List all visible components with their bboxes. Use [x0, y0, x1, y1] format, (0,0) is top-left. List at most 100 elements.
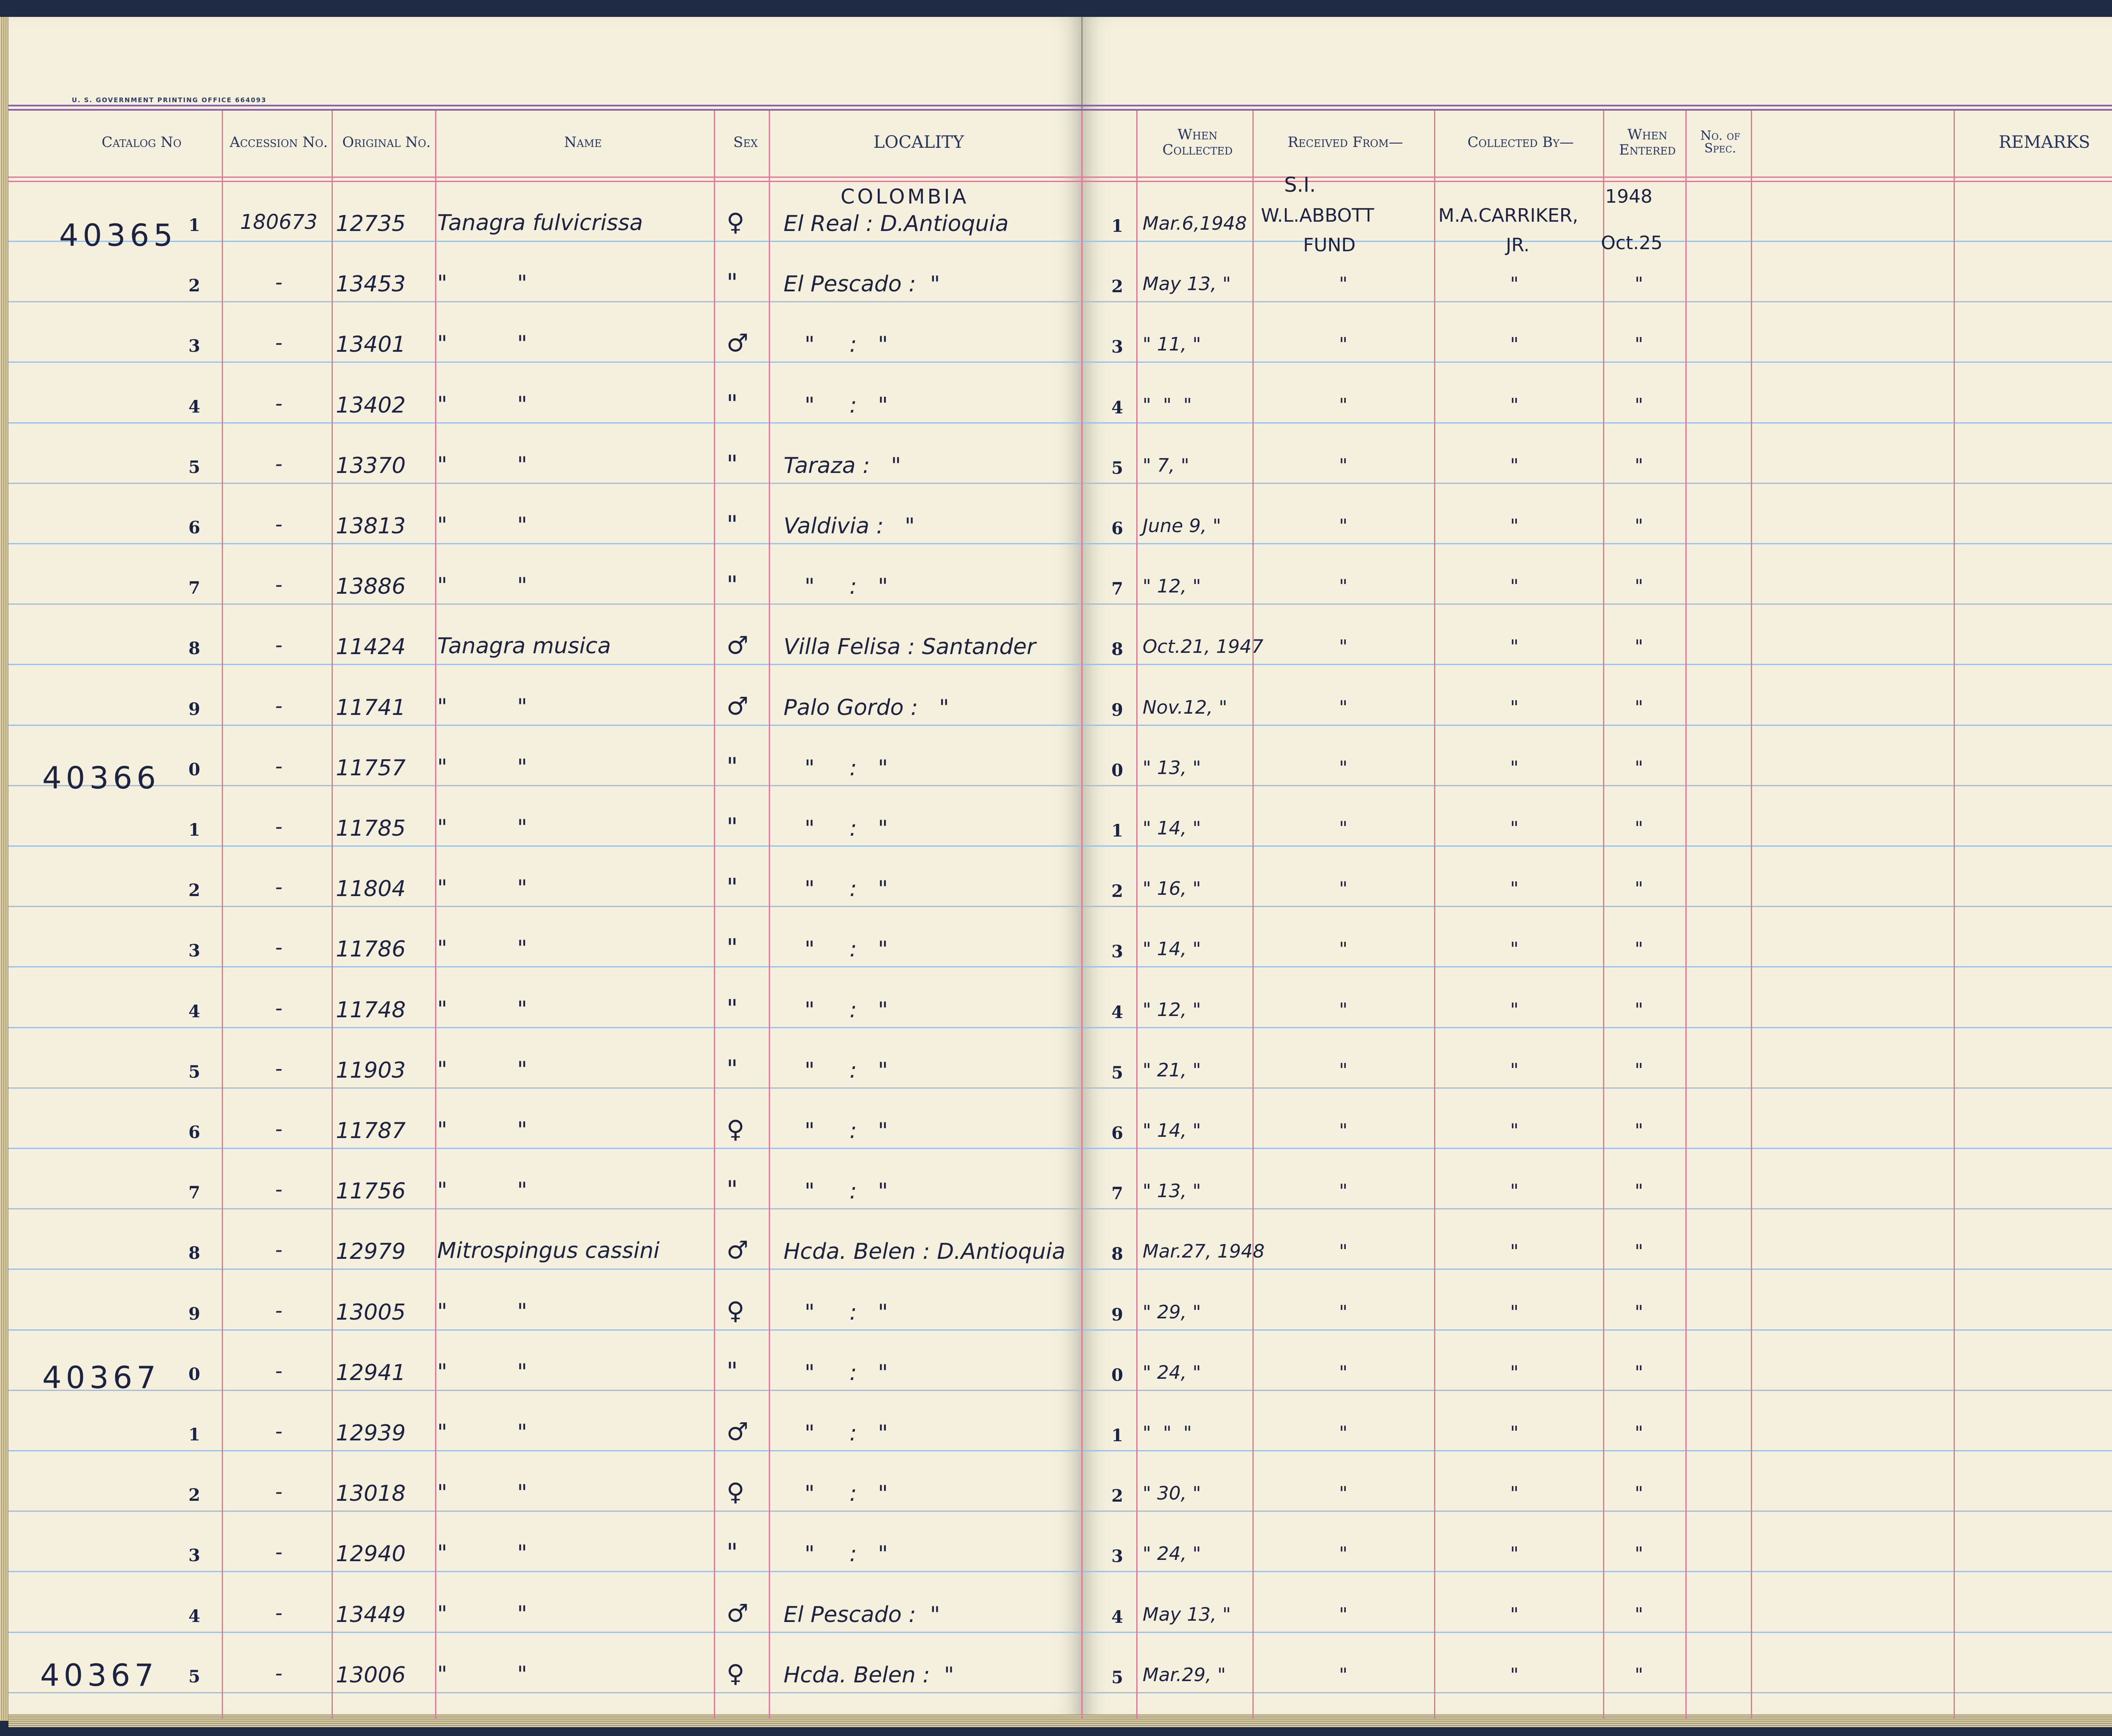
- row-rule: [8, 1208, 2112, 1209]
- line-number: 8: [188, 638, 200, 658]
- right-line-number: 5: [1111, 1063, 1123, 1083]
- accession-number: -: [275, 1480, 283, 1504]
- when-entered-year: 1948: [1605, 186, 1652, 207]
- species-name: " ": [437, 271, 528, 296]
- accession-number: -: [275, 271, 283, 294]
- collected-by-ditto: ": [1510, 1604, 1519, 1625]
- sex-symbol: ♂: [727, 1599, 748, 1627]
- accession-number: -: [275, 513, 283, 536]
- sex-symbol: ": [727, 450, 738, 478]
- date-collected: " 11, ": [1143, 334, 1201, 355]
- column-rule: [769, 111, 770, 1720]
- date-collected: May 13, ": [1143, 273, 1231, 295]
- received-from-ditto: ": [1339, 1301, 1348, 1323]
- row-rule: [8, 301, 2112, 302]
- sex-symbol: ": [727, 571, 738, 599]
- collected-by-ditto: ": [1510, 1422, 1519, 1444]
- sex-symbol: ": [727, 389, 738, 418]
- received-from-ditto: ": [1339, 1362, 1348, 1383]
- collected-by-ditto: ": [1510, 576, 1519, 597]
- when-entered-ditto: ": [1635, 818, 1644, 839]
- locality-text: " : ": [784, 1421, 888, 1446]
- accession-number: -: [275, 1117, 283, 1141]
- sex-symbol: ": [727, 1538, 738, 1567]
- header-when-entered: When Entered: [1619, 126, 1676, 158]
- sex-symbol: ": [727, 994, 738, 1023]
- collected-by-ditto: ": [1510, 818, 1519, 839]
- collected-by-ditto: ": [1510, 1301, 1519, 1323]
- received-from-ditto: ": [1339, 938, 1348, 960]
- row-rule: [8, 845, 2112, 847]
- locality-text: El Pescado : ": [784, 1602, 940, 1627]
- accession-number: -: [275, 875, 283, 899]
- row-rule: [8, 543, 2112, 544]
- row-rule: [8, 603, 2112, 605]
- when-entered-ditto: ": [1635, 1301, 1644, 1323]
- received-from-ditto: ": [1339, 455, 1348, 476]
- when-entered-ditto: ": [1635, 697, 1644, 718]
- line-number: 0: [188, 760, 200, 780]
- received-from-ditto: ": [1339, 999, 1348, 1021]
- locality-text: " : ": [784, 1118, 888, 1144]
- collected-by-line-1: M.A.CARRIKER,: [1438, 205, 1579, 226]
- sex-symbol: ♂: [727, 1417, 748, 1446]
- original-number: 11787: [336, 1118, 406, 1144]
- date-collected: " 14, ": [1143, 1120, 1201, 1141]
- right-line-number: 1: [1111, 1426, 1123, 1445]
- right-line-number: 4: [1111, 1607, 1123, 1627]
- species-name: " ": [437, 755, 528, 780]
- collected-by-line-2: JR.: [1506, 234, 1530, 256]
- line-number: 4: [188, 1002, 200, 1021]
- sex-symbol: ": [727, 510, 738, 539]
- column-rule: [1434, 111, 1435, 1720]
- locality-text: " : ": [784, 1300, 888, 1325]
- locality-text: " : ": [784, 1481, 888, 1506]
- row-rule: [8, 361, 2112, 363]
- locality-text: " : ": [784, 1058, 888, 1083]
- line-number: 7: [188, 578, 200, 598]
- accession-number: -: [275, 1178, 283, 1201]
- locality-text: " : ": [784, 574, 888, 599]
- row-rule: [8, 1087, 2112, 1089]
- collected-by-ditto: ": [1510, 757, 1519, 779]
- original-number: 11757: [336, 755, 406, 781]
- header-when-collected: When Collected: [1162, 126, 1233, 158]
- catalog-prefix: 40367: [42, 1360, 161, 1395]
- sex-symbol: ♀: [727, 208, 745, 236]
- original-number: 13006: [336, 1663, 406, 1688]
- species-name: " ": [437, 694, 528, 720]
- locality-text: " : ": [784, 393, 888, 418]
- accession-number: -: [275, 1420, 283, 1443]
- date-collected: " " ": [1143, 1422, 1192, 1444]
- sex-symbol: ♀: [727, 1478, 745, 1506]
- collected-by-ditto: ": [1510, 1241, 1519, 1262]
- original-number: 13401: [336, 332, 406, 357]
- collected-by-ditto: ": [1510, 999, 1519, 1021]
- header-original-no: Original No.: [342, 134, 431, 151]
- locality-text: Hcda. Belen : ": [784, 1663, 954, 1688]
- line-number: 3: [188, 336, 200, 356]
- date-collected: " 16, ": [1143, 878, 1201, 899]
- right-line-number: 5: [1111, 458, 1123, 478]
- header-bottom-rule: [8, 181, 2112, 182]
- accession-number: -: [275, 997, 283, 1020]
- collected-by-ditto: ": [1510, 1120, 1519, 1141]
- date-collected: " 21, ": [1143, 1060, 1201, 1081]
- right-line-number: 3: [1111, 1546, 1123, 1566]
- original-number: 13370: [336, 453, 406, 478]
- line-number: 5: [188, 457, 200, 477]
- line-number: 6: [188, 518, 200, 538]
- country-label: COLOMBIA: [841, 185, 969, 209]
- received-from-ditto: ": [1339, 1180, 1348, 1202]
- collected-by-ditto: ": [1510, 878, 1519, 899]
- collected-by-ditto: ": [1510, 938, 1519, 960]
- sex-symbol: ": [727, 873, 738, 902]
- when-entered-ditto: ": [1635, 878, 1644, 899]
- date-collected: " 24, ": [1143, 1543, 1201, 1565]
- received-from-line-1: S.I.: [1284, 173, 1316, 197]
- locality-text: Taraza : ": [784, 453, 901, 478]
- collected-by-ditto: ": [1510, 1362, 1519, 1383]
- species-name: " ": [437, 1540, 528, 1566]
- received-from-line-2: W.L.ABBOTT: [1261, 205, 1374, 226]
- locality-text: Villa Felisa : Santander: [784, 634, 1036, 660]
